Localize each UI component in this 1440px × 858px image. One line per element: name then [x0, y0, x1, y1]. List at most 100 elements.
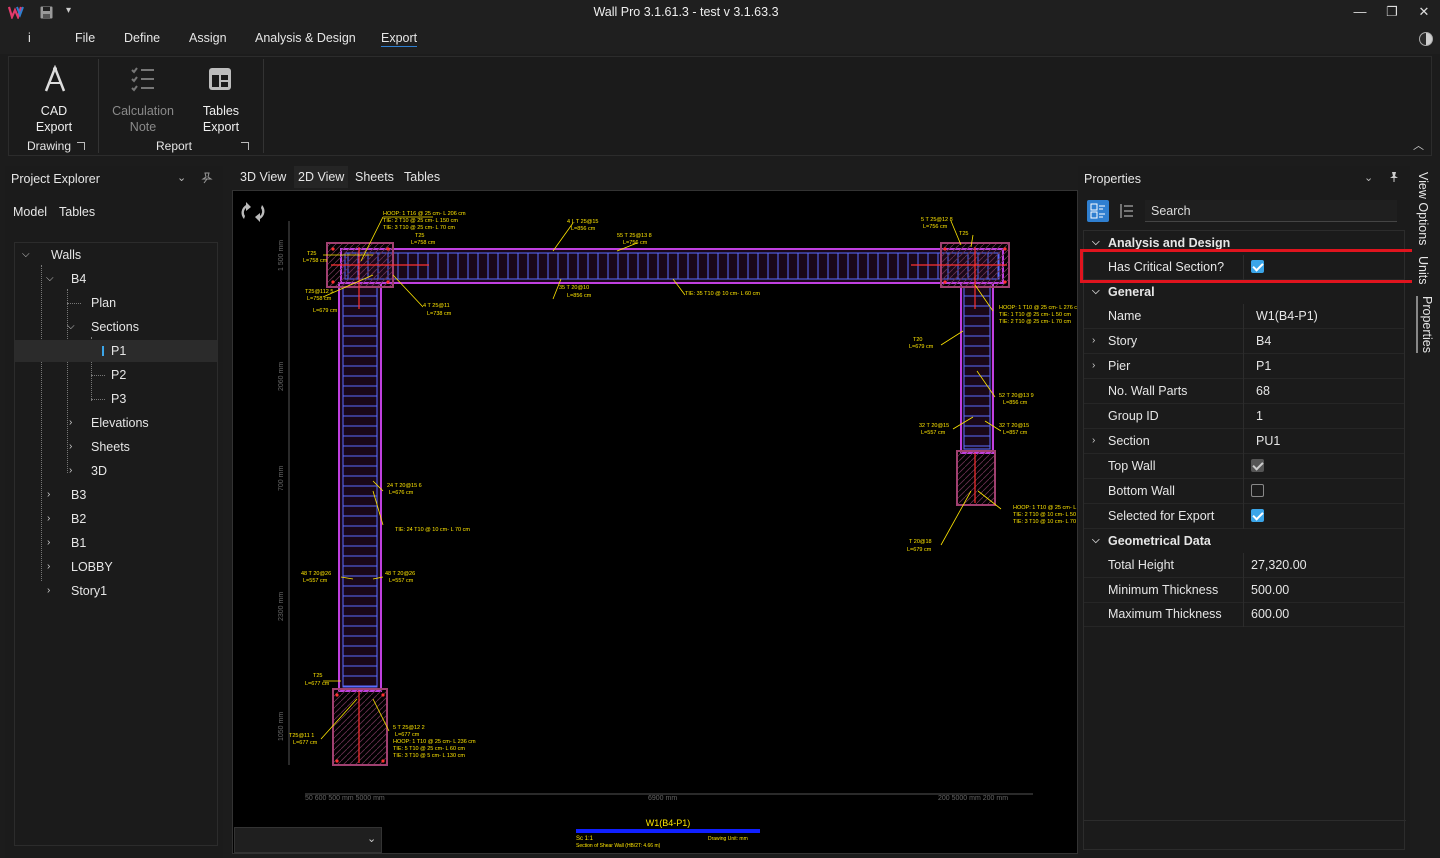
tree-node-b3[interactable]: › B3 [15, 484, 217, 506]
svg-text:24 T 20@15 6: 24 T 20@15 6 [387, 483, 422, 489]
tab-2d-view[interactable]: 2D View [294, 166, 349, 188]
prop-value[interactable]: 500.00 [1251, 583, 1289, 597]
tab-tables[interactable]: Tables [400, 170, 444, 184]
explorer-menu-chevron-icon[interactable]: ⌄ [177, 171, 186, 184]
top-wall-checkbox[interactable] [1251, 459, 1264, 472]
menu-analysis-design[interactable]: Analysis & Design [255, 31, 356, 45]
prop-value[interactable]: 600.00 [1251, 607, 1289, 621]
side-tab-view-options[interactable]: View Options [1416, 172, 1430, 245]
tree-node-b4[interactable]: ⌵ B4 [15, 268, 217, 290]
explorer-tab-model[interactable]: Model [13, 205, 47, 219]
prop-value[interactable]: 1 [1256, 409, 1263, 423]
menu-define[interactable]: Define [124, 31, 160, 45]
ribbon: CAD Export Drawing Calculation Note Tabl… [8, 56, 1432, 156]
prop-selected-for-export: Selected for Export [1084, 504, 1404, 529]
svg-text:32 T 20@15: 32 T 20@15 [919, 423, 949, 429]
category-general[interactable]: ⌵ General [1084, 280, 1404, 304]
minimize-button[interactable]: — [1349, 3, 1371, 21]
svg-text:T25: T25 [959, 231, 968, 237]
properties-menu-chevron-icon[interactable]: ⌄ [1364, 171, 1373, 184]
tree-node-p3[interactable]: P3 [15, 388, 217, 410]
chevron-right-icon[interactable]: › [1092, 435, 1095, 446]
alphabetical-sort-icon[interactable] [1117, 202, 1135, 220]
svg-text:L=758 cm: L=758 cm [411, 240, 436, 246]
calculation-note-label-1: Calculation [112, 104, 174, 118]
calculation-note-button[interactable]: Calculation Note [101, 59, 185, 135]
svg-text:L=677 cm: L=677 cm [293, 740, 318, 746]
svg-text:L=557 cm: L=557 cm [303, 578, 328, 584]
restore-button[interactable]: ❐ [1381, 3, 1403, 21]
svg-text:L=676 cm: L=676 cm [389, 490, 414, 496]
property-grid: ⌵ Analysis and Design Has Critical Sectio… [1083, 230, 1405, 850]
svg-text:L=679 cm: L=679 cm [313, 308, 338, 314]
prop-key: Section [1108, 434, 1150, 448]
tables-export-button[interactable]: Tables Export [187, 59, 255, 135]
pin-icon[interactable] [1388, 171, 1400, 183]
side-tab-units[interactable]: Units [1416, 256, 1430, 284]
prop-key: Total Height [1108, 558, 1175, 572]
cad-export-button[interactable]: CAD Export [11, 59, 97, 135]
chevron-right-icon[interactable]: › [1092, 360, 1095, 371]
bottom-wall-checkbox[interactable] [1251, 484, 1264, 497]
svg-text:L=856 cm: L=856 cm [1003, 400, 1028, 406]
tables-export-label-2: Export [202, 120, 240, 134]
svg-text:TIE: 5 T10 @ 25 cm- L 60 cm: TIE: 5 T10 @ 25 cm- L 60 cm [393, 746, 465, 752]
menu-export[interactable]: Export [381, 31, 418, 47]
wall-section-drawing: 1 500 mm 2060 mm 700 mm 2300 mm 1050 mm … [278, 211, 1078, 802]
properties-search-input[interactable]: Search [1145, 200, 1397, 222]
drawing-launcher-icon[interactable] [77, 142, 85, 150]
ribbon-collapse-icon[interactable]: ︿ [1413, 137, 1424, 153]
chevron-down-icon: ⌵ [1092, 286, 1100, 297]
tree-node-p2[interactable]: P2 [15, 364, 217, 386]
svg-text:L=758 cm: L=758 cm [303, 258, 328, 264]
drawing-canvas[interactable]: 1 500 mm 2060 mm 700 mm 2300 mm 1050 mm … [232, 190, 1078, 854]
svg-text:2300 mm: 2300 mm [278, 592, 285, 621]
prop-total-height: Total Height 27,320.00 [1084, 553, 1404, 578]
tree-node-3d[interactable]: › 3D [15, 460, 217, 482]
tree-node-p1[interactable]: P1 [15, 340, 217, 362]
tree-node-plan[interactable]: Plan [15, 292, 217, 314]
tree-node-sheets[interactable]: › Sheets [15, 436, 217, 458]
tree-node-story1[interactable]: › Story1 [15, 580, 217, 602]
svg-text:TIE: 3 T10 @ 5 cm- L 130 cm: TIE: 3 T10 @ 5 cm- L 130 cm [393, 753, 465, 759]
side-tab-properties[interactable]: Properties [1416, 296, 1434, 353]
tree-node-lobby[interactable]: › LOBBY [15, 556, 217, 578]
menu-info[interactable]: i [28, 31, 31, 45]
tree-node-b2[interactable]: › B2 [15, 508, 217, 530]
close-button[interactable]: ✕ [1413, 3, 1435, 21]
svg-text:L=557 cm: L=557 cm [921, 430, 946, 436]
menu-file[interactable]: File [75, 31, 95, 45]
explorer-tab-tables[interactable]: Tables [59, 205, 95, 219]
selected-for-export-checkbox[interactable] [1251, 509, 1264, 522]
svg-text:L=679 cm: L=679 cm [907, 547, 932, 553]
prop-value[interactable]: PU1 [1256, 434, 1280, 448]
prop-value[interactable]: 27,320.00 [1251, 558, 1307, 572]
pin-icon[interactable] [201, 172, 213, 184]
svg-text:HOOP: 1 T10 @ 25 cm- L 276 cm: HOOP: 1 T10 @ 25 cm- L 276 cm [999, 305, 1078, 311]
prop-value[interactable]: P1 [1256, 359, 1271, 373]
svg-text:55 T 25@13 8: 55 T 25@13 8 [617, 233, 652, 239]
tab-sheets[interactable]: Sheets [351, 170, 398, 184]
tree-label: B1 [71, 536, 87, 550]
chevron-right-icon[interactable]: › [1092, 335, 1095, 346]
chevron-down-icon: ⌵ [1092, 535, 1100, 546]
menu-assign[interactable]: Assign [189, 31, 227, 45]
tree-node-b1[interactable]: › B1 [15, 532, 217, 554]
tree-node-sections[interactable]: ⌵ Sections [15, 316, 217, 338]
svg-text:L=679 cm: L=679 cm [909, 344, 934, 350]
tree-label: LOBBY [71, 560, 113, 574]
side-tabs: View Options Units Properties [1412, 166, 1440, 858]
tree-label: B4 [71, 272, 87, 286]
view-selector-dropdown[interactable]: ⌄ [234, 827, 382, 853]
category-geometrical-data[interactable]: ⌵ Geometrical Data [1084, 529, 1404, 553]
tree-node-elevations[interactable]: › Elevations [15, 412, 217, 434]
tab-3d-view[interactable]: 3D View [236, 170, 290, 184]
prop-value[interactable]: 68 [1256, 384, 1270, 398]
theme-toggle-icon[interactable] [1419, 32, 1433, 46]
tree-node-walls[interactable]: ⌵ Walls [15, 244, 217, 266]
categorized-view-button[interactable] [1087, 200, 1109, 222]
report-launcher-icon[interactable] [241, 142, 249, 150]
prop-value[interactable]: W1(B4-P1) [1256, 309, 1318, 323]
prop-key: Story [1108, 334, 1138, 348]
prop-value[interactable]: B4 [1256, 334, 1271, 348]
